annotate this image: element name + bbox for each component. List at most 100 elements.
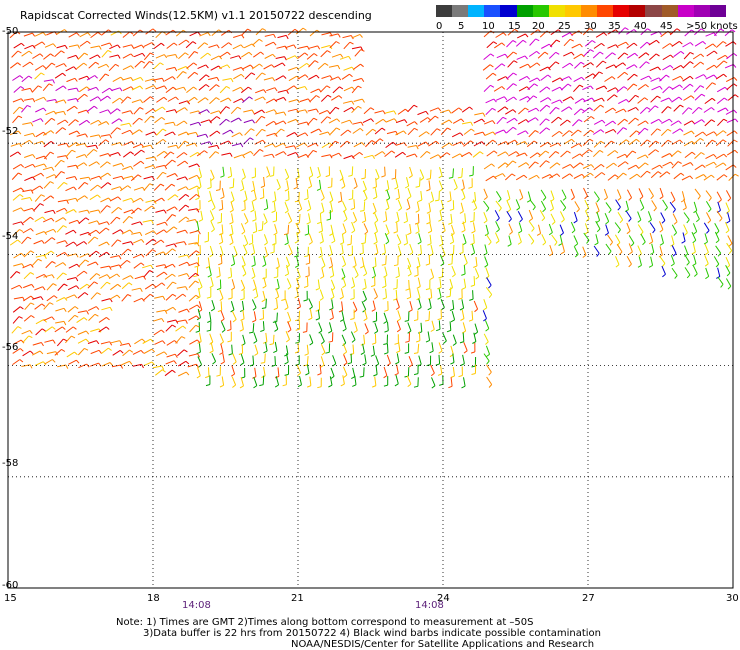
wind-barb [593, 129, 602, 135]
wind-barb-feather [413, 373, 419, 376]
wind-barb-feather [404, 351, 409, 354]
wind-barb [386, 189, 391, 199]
wind-barb [343, 155, 353, 160]
wind-barb [374, 151, 383, 157]
wind-barb-feather [239, 329, 244, 332]
wind-barb-feather [672, 209, 676, 213]
wind-barb-feather [205, 84, 210, 88]
wind-barb [286, 132, 295, 138]
wind-barb-feather [173, 360, 177, 365]
wind-barb-feather [83, 270, 88, 274]
wind-barb [121, 294, 128, 302]
wind-barb-feather [282, 62, 286, 67]
wind-barb-feather [218, 241, 223, 245]
wind-barb-feather [182, 293, 187, 297]
wind-barb-feather [73, 209, 77, 213]
wind-barb-feather [320, 364, 325, 368]
wind-barb [196, 133, 206, 138]
wind-barb-feather [562, 207, 567, 212]
wind-barb-feather [406, 207, 411, 211]
wind-barb [717, 54, 726, 61]
wind-barb-feather [407, 196, 412, 200]
wind-barb [628, 138, 637, 146]
wind-barb-feather [442, 340, 447, 344]
wind-barb-feather [556, 173, 561, 177]
wind-barb [199, 332, 202, 342]
wind-barb [309, 309, 313, 319]
wind-barb-feather [624, 27, 629, 31]
wind-barb-feather [75, 55, 79, 60]
wind-barb-feather [706, 230, 710, 234]
wind-barb [21, 50, 30, 57]
wind-barb [100, 265, 110, 269]
wind-barb-feather [162, 106, 166, 111]
wind-barb-feather [262, 264, 267, 268]
wind-barb-feather [469, 106, 473, 110]
wind-barb [65, 186, 74, 192]
wind-barb-feather [470, 140, 475, 144]
wind-barb [484, 244, 488, 254]
wind-barb [46, 295, 55, 302]
wind-barb [86, 105, 95, 113]
wind-barb [364, 233, 367, 243]
wind-barb-feather [174, 109, 178, 114]
wind-barb [121, 282, 130, 290]
wind-barb-feather [74, 294, 78, 299]
wind-barb [57, 283, 65, 291]
wind-barb-feather [62, 272, 67, 276]
wind-barb-feather [119, 340, 123, 345]
wind-barb [420, 191, 423, 201]
wind-barb [385, 255, 387, 265]
lon-label-30: 30 [726, 593, 739, 604]
wind-barb-feather [471, 230, 476, 234]
wind-barb [187, 71, 195, 79]
wind-barb-feather [613, 162, 617, 166]
wind-barb-feather [496, 217, 500, 222]
wind-barb-feather [86, 310, 89, 315]
wind-barb-feather [517, 241, 522, 245]
wind-barb-feather [448, 109, 452, 114]
wind-barb-feather [273, 232, 278, 236]
wind-barb [255, 128, 263, 137]
wind-barb-feather [315, 318, 320, 321]
wind-barb-feather [216, 145, 220, 150]
wind-barb-feather [221, 329, 226, 333]
wind-barb [23, 272, 31, 280]
wind-barb-feather [19, 75, 24, 79]
wind-barb-feather [295, 328, 300, 331]
wind-barb [164, 121, 174, 125]
wind-barb [219, 51, 228, 58]
wind-barb-feather [580, 108, 585, 112]
wind-barb-feather [509, 231, 513, 235]
wind-barb-feather [60, 159, 65, 163]
wind-barb-feather [74, 176, 78, 181]
wind-barb [321, 267, 325, 277]
wind-barb-feather [40, 72, 45, 76]
wind-barb [626, 255, 632, 265]
wind-barb-feather [484, 264, 489, 268]
wind-barb [626, 189, 633, 198]
wind-barb [263, 213, 268, 223]
wind-barb [673, 104, 681, 112]
wind-barb-feather [152, 249, 157, 253]
wind-barb [728, 173, 736, 181]
wind-barb [725, 164, 734, 171]
wind-barb [695, 210, 700, 220]
wind-barb-feather [398, 207, 402, 212]
wind-barb [573, 53, 582, 60]
wind-barb [306, 277, 309, 287]
wind-barb [637, 211, 642, 221]
wind-barb [695, 74, 704, 80]
wind-barb-feather [427, 243, 432, 246]
wind-barb-feather [600, 164, 605, 168]
wind-barb [551, 116, 559, 124]
wind-barb-feather [425, 288, 430, 291]
wind-barb [276, 299, 278, 309]
wind-barb-feather [692, 263, 697, 267]
wind-barb-feather [218, 262, 223, 266]
wind-barb-feather [20, 252, 25, 257]
wind-barb [265, 109, 275, 114]
wind-barb [331, 53, 341, 58]
wind-barb-feather [569, 62, 574, 67]
wind-barb [178, 254, 188, 258]
